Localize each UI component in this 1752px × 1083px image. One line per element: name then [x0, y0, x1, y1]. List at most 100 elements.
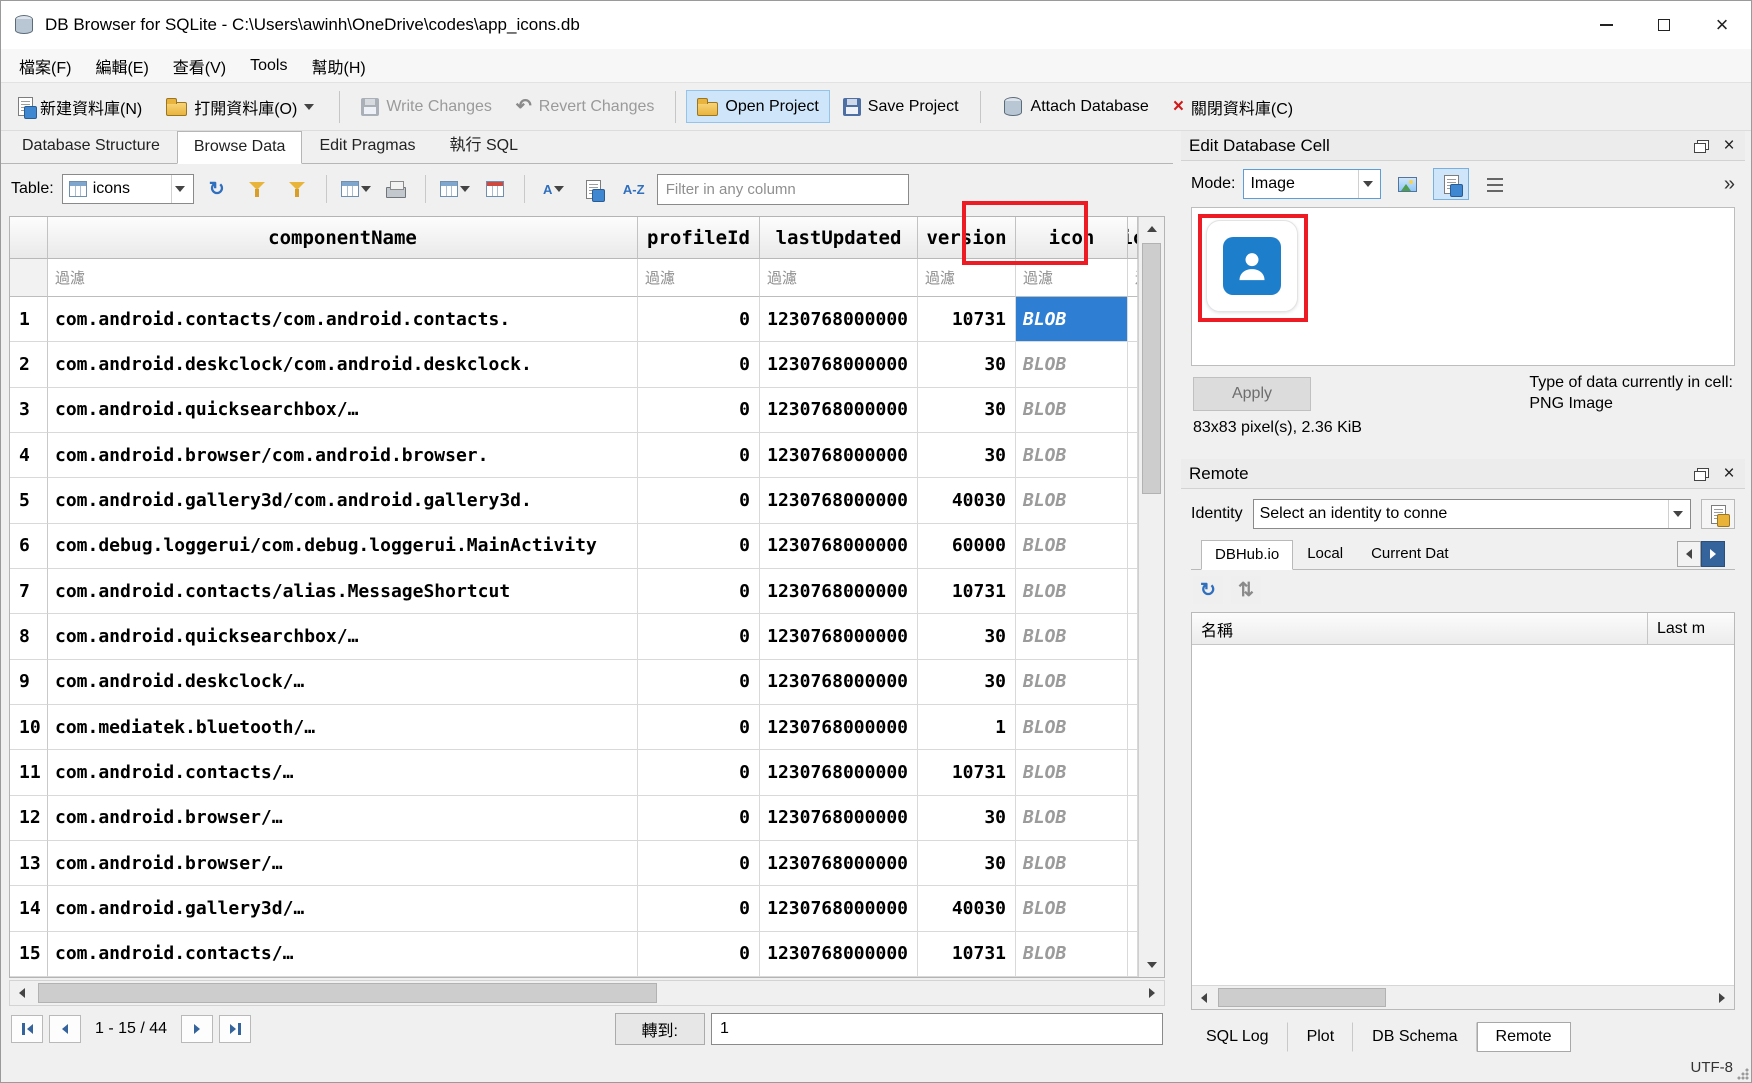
cell-lastUpdated[interactable]: 1230768000000 — [760, 750, 918, 795]
cell-clipped[interactable] — [1128, 478, 1138, 523]
cell-icon[interactable]: BLOB — [1016, 886, 1128, 931]
remote-tab-dbhub[interactable]: DBHub.io — [1201, 540, 1293, 570]
cell-clipped[interactable] — [1128, 433, 1138, 478]
vertical-scrollbar-thumb[interactable] — [1142, 243, 1161, 494]
cell-profileId[interactable]: 0 — [638, 478, 760, 523]
cell-componentName[interactable]: com.android.deskclock/com.android.deskcl… — [48, 342, 638, 387]
open-database-dropdown-icon[interactable] — [300, 104, 318, 110]
cell-version[interactable]: 40030 — [918, 886, 1016, 931]
tab-execute-sql[interactable]: 執行 SQL — [433, 124, 535, 163]
cell-lastUpdated[interactable]: 1230768000000 — [760, 342, 918, 387]
cell-version[interactable]: 10731 — [918, 569, 1016, 614]
remote-column-name[interactable]: 名稱 — [1192, 613, 1648, 644]
last-record-button[interactable] — [219, 1015, 251, 1043]
cell-clipped[interactable] — [1128, 569, 1138, 614]
tab-browse-data[interactable]: Browse Data — [177, 131, 303, 164]
cell-icon[interactable]: BLOB — [1016, 524, 1128, 569]
close-button[interactable]: × — [1693, 1, 1751, 49]
remote-tab-current-database[interactable]: Current Dat — [1357, 539, 1461, 569]
cell-icon[interactable]: BLOB — [1016, 433, 1128, 478]
cell-version[interactable]: 30 — [918, 660, 1016, 705]
cell-lastUpdated[interactable]: 1230768000000 — [760, 660, 918, 705]
cell-componentName[interactable]: com.mediatek.bluetooth/… — [48, 705, 638, 750]
row-number[interactable]: 3 — [10, 388, 48, 433]
tab-scroll-left-button[interactable] — [1677, 541, 1701, 567]
cell-componentName[interactable]: com.android.contacts/… — [48, 932, 638, 977]
menu-help[interactable]: 幫助(H) — [299, 50, 377, 82]
cell-profileId[interactable]: 0 — [638, 342, 760, 387]
cell-version[interactable]: 1 — [918, 705, 1016, 750]
row-number[interactable]: 15 — [10, 932, 48, 977]
row-number[interactable]: 8 — [10, 614, 48, 659]
cell-profileId[interactable]: 0 — [638, 660, 760, 705]
cell-lastUpdated[interactable]: 1230768000000 — [760, 932, 918, 977]
cell-profileId[interactable]: 0 — [638, 841, 760, 886]
cell-componentName[interactable]: com.android.deskclock/… — [48, 660, 638, 705]
more-tools-chevron[interactable]: » — [1724, 173, 1735, 196]
float-panel-button[interactable] — [1689, 134, 1713, 158]
write-changes-button[interactable]: Write Changes — [350, 91, 503, 123]
cell-profileId[interactable]: 0 — [638, 569, 760, 614]
cell-icon[interactable]: BLOB — [1016, 478, 1128, 523]
cell-version[interactable]: 30 — [918, 614, 1016, 659]
attach-database-button[interactable]: Attach Database — [991, 89, 1160, 125]
identity-select[interactable]: Select an identity to conne — [1253, 499, 1691, 529]
row-number[interactable]: 11 — [10, 750, 48, 795]
column-header-version[interactable]: version — [918, 217, 1016, 259]
table-select[interactable]: icons — [62, 174, 194, 204]
row-number[interactable]: 12 — [10, 796, 48, 841]
menu-view[interactable]: 查看(V) — [161, 50, 238, 82]
cell-clipped[interactable] — [1128, 886, 1138, 931]
next-record-button[interactable] — [181, 1015, 213, 1043]
insert-record-button[interactable] — [438, 172, 472, 206]
scroll-right-icon[interactable] — [1140, 981, 1164, 1005]
remote-column-last-modified[interactable]: Last m — [1648, 613, 1734, 644]
refresh-button[interactable]: ↻ — [200, 172, 234, 206]
row-number[interactable]: 9 — [10, 660, 48, 705]
cell-version[interactable]: 10731 — [918, 297, 1016, 342]
column-header-clipped[interactable]: ic — [1128, 217, 1138, 259]
cell-version[interactable]: 40030 — [918, 478, 1016, 523]
cell-lastUpdated[interactable]: 1230768000000 — [760, 478, 918, 523]
minimize-button[interactable] — [1577, 1, 1635, 49]
detach-view-button[interactable] — [577, 172, 611, 206]
cell-icon[interactable]: BLOB — [1016, 705, 1128, 750]
horizontal-scrollbar[interactable] — [9, 980, 1165, 1006]
first-record-button[interactable] — [11, 1015, 43, 1043]
remote-scrollbar-thumb[interactable] — [1218, 988, 1386, 1007]
cell-icon[interactable]: BLOB — [1016, 342, 1128, 387]
row-number[interactable]: 13 — [10, 841, 48, 886]
import-image-button[interactable] — [1389, 168, 1425, 200]
scroll-left-icon[interactable] — [1192, 986, 1216, 1009]
cell-profileId[interactable]: 0 — [638, 388, 760, 433]
mode-select[interactable]: Image — [1243, 169, 1381, 199]
row-number[interactable]: 10 — [10, 705, 48, 750]
maximize-button[interactable] — [1635, 1, 1693, 49]
cell-lastUpdated[interactable]: 1230768000000 — [760, 841, 918, 886]
remote-refresh-button[interactable]: ↻ — [1193, 576, 1223, 604]
filter-icon[interactable]: 過濾 — [1016, 259, 1128, 297]
goto-record-input[interactable] — [711, 1013, 1163, 1045]
cell-componentName[interactable]: com.android.gallery3d/com.android.galler… — [48, 478, 638, 523]
cell-icon[interactable]: BLOB — [1016, 796, 1128, 841]
cell-clipped[interactable] — [1128, 841, 1138, 886]
cell-componentName[interactable]: com.debug.loggerui/com.debug.loggerui.Ma… — [48, 524, 638, 569]
horizontal-scrollbar-thumb[interactable] — [38, 983, 657, 1003]
remote-clone-button[interactable]: ⇅ — [1231, 576, 1261, 604]
cell-profileId[interactable]: 0 — [638, 705, 760, 750]
cell-version[interactable]: 60000 — [918, 524, 1016, 569]
vertical-scrollbar[interactable] — [1138, 217, 1164, 977]
cell-version[interactable]: 10731 — [918, 932, 1016, 977]
save-project-button[interactable]: Save Project — [832, 91, 970, 123]
scroll-up-icon[interactable] — [1139, 217, 1164, 241]
scroll-left-icon[interactable] — [10, 981, 34, 1005]
cell-version[interactable]: 10731 — [918, 750, 1016, 795]
cell-version[interactable]: 30 — [918, 841, 1016, 886]
cell-clipped[interactable] — [1128, 705, 1138, 750]
print-button[interactable] — [379, 172, 413, 206]
cell-profileId[interactable]: 0 — [638, 614, 760, 659]
cell-lastUpdated[interactable]: 1230768000000 — [760, 569, 918, 614]
remote-tab-local[interactable]: Local — [1293, 539, 1357, 569]
row-number[interactable]: 1 — [10, 297, 48, 342]
row-number[interactable]: 4 — [10, 433, 48, 478]
